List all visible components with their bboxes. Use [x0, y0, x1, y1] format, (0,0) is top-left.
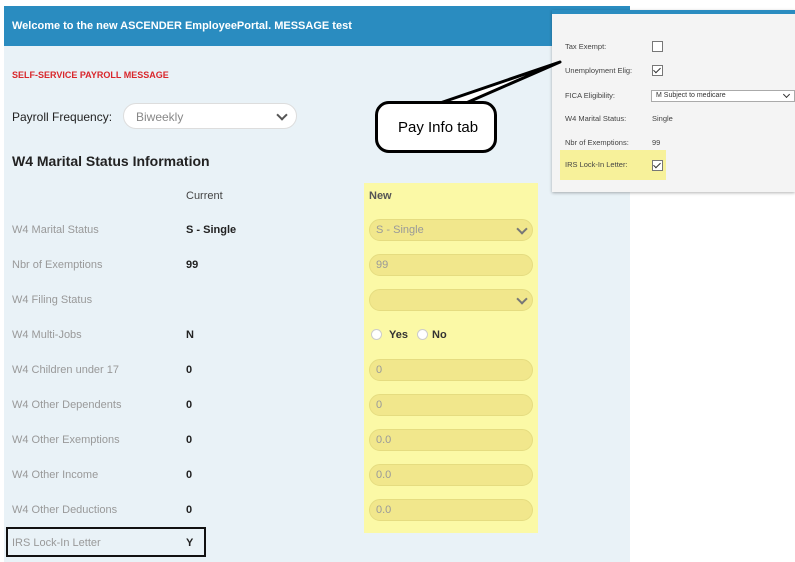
callout-text: Pay Info tab	[398, 119, 479, 136]
callout-pointer	[438, 60, 562, 105]
pay-info-tab-callout: Pay Info tab	[375, 101, 497, 153]
